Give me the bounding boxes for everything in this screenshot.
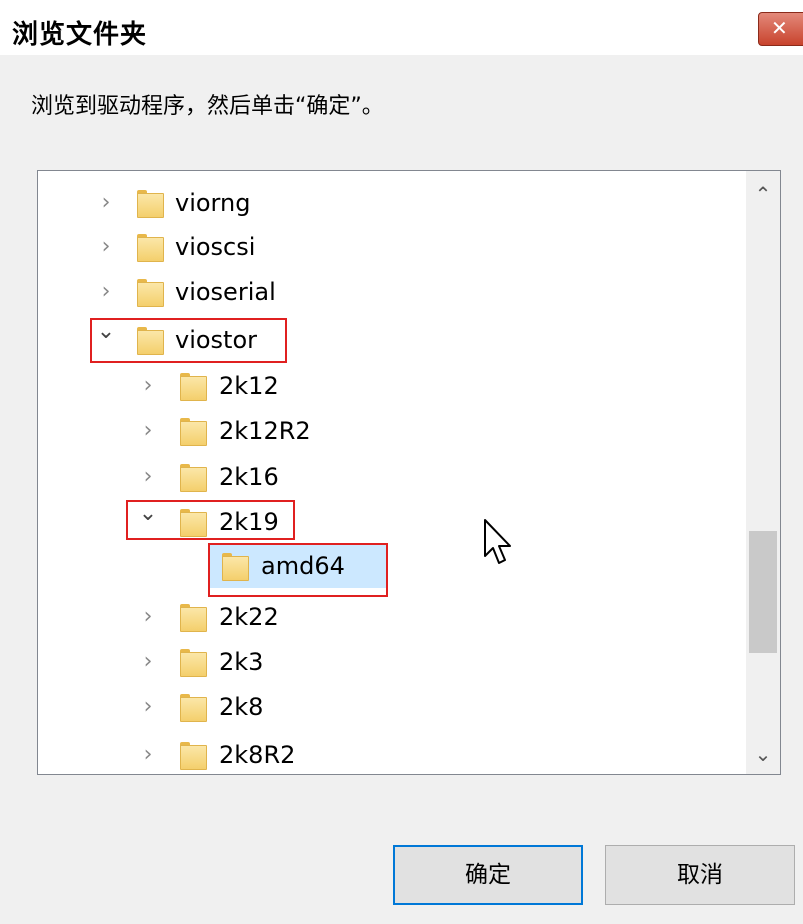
tree-item-label: viorng: [175, 189, 251, 217]
tree-item-amd64[interactable]: amd64: [38, 544, 744, 588]
tree-item-label: 2k16: [219, 463, 279, 491]
folder-icon: [180, 742, 207, 770]
tree-item-2k12[interactable]: › 2k12: [38, 364, 744, 408]
mouse-pointer-icon: [484, 519, 511, 564]
folder-icon: [180, 509, 207, 537]
tree-item-viostor[interactable]: ⌄ viostor: [38, 318, 744, 362]
folder-icon: [180, 604, 207, 632]
instruction-text: 浏览到驱动程序，然后单击“确定”。: [31, 94, 384, 119]
title-bar: 浏览文件夹 ✕: [0, 0, 803, 55]
tree-item-2k3[interactable]: › 2k3: [38, 640, 744, 684]
tree-item-label: vioserial: [175, 278, 276, 306]
ok-button[interactable]: 确定: [393, 845, 583, 905]
tree-item-2k8[interactable]: › 2k8: [38, 685, 744, 729]
folder-icon: [180, 464, 207, 492]
folder-icon: [137, 279, 164, 307]
tree-item-vioscsi[interactable]: › vioscsi: [38, 225, 744, 269]
folder-icon: [180, 649, 207, 677]
chevron-right-icon[interactable]: ›: [138, 640, 158, 684]
scroll-up-arrow-icon[interactable]: ⌃: [746, 177, 780, 211]
folder-tree[interactable]: › viorng › vioscsi › vioserial ⌄ viostor…: [37, 170, 781, 775]
tree-item-vioserial[interactable]: › vioserial: [38, 270, 744, 314]
folder-icon: [137, 234, 164, 262]
tree-item-2k12r2[interactable]: › 2k12R2: [38, 409, 744, 453]
close-button[interactable]: ✕: [758, 12, 803, 46]
tree-item-label: 2k3: [219, 648, 264, 676]
tree-item-label: vioscsi: [175, 233, 256, 261]
chevron-right-icon[interactable]: ›: [138, 685, 158, 729]
folder-icon: [180, 373, 207, 401]
chevron-right-icon[interactable]: ›: [96, 225, 116, 269]
tree-item-label: 2k12: [219, 372, 279, 400]
chevron-right-icon[interactable]: ›: [138, 409, 158, 453]
scroll-down-arrow-icon[interactable]: ⌄: [746, 737, 780, 771]
chevron-right-icon[interactable]: ›: [96, 270, 116, 314]
folder-icon: [180, 694, 207, 722]
tree-item-label: 2k19: [219, 508, 279, 536]
cancel-button[interactable]: 取消: [605, 845, 795, 905]
folder-icon: [137, 190, 164, 218]
scrollbar-thumb[interactable]: [749, 531, 777, 653]
folder-icon: [180, 418, 207, 446]
close-icon: ✕: [771, 16, 788, 40]
tree-item-label: amd64: [261, 552, 345, 580]
tree-item-label: 2k8: [219, 693, 264, 721]
tree-item-viorng[interactable]: › viorng: [38, 181, 744, 225]
chevron-right-icon[interactable]: ›: [138, 595, 158, 639]
tree-item-label: viostor: [175, 326, 258, 354]
tree-item-label: 2k22: [219, 603, 279, 631]
chevron-down-icon[interactable]: ⌄: [96, 310, 116, 354]
chevron-right-icon[interactable]: ›: [96, 181, 116, 225]
tree-item-2k19[interactable]: ⌄ 2k19: [38, 500, 744, 544]
tree-item-label: 2k8R2: [219, 741, 296, 769]
window-title: 浏览文件夹: [12, 20, 148, 50]
tree-item-2k22[interactable]: › 2k22: [38, 595, 744, 639]
tree-item-2k8r2[interactable]: › 2k8R2: [38, 733, 744, 774]
folder-icon: [137, 327, 164, 355]
folder-icon: [222, 553, 249, 581]
chevron-right-icon[interactable]: ›: [138, 733, 158, 774]
tree-item-label: 2k12R2: [219, 417, 311, 445]
chevron-down-icon[interactable]: ⌄: [138, 492, 158, 536]
vertical-scrollbar[interactable]: ⌃ ⌄: [746, 171, 780, 774]
chevron-right-icon[interactable]: ›: [138, 364, 158, 408]
